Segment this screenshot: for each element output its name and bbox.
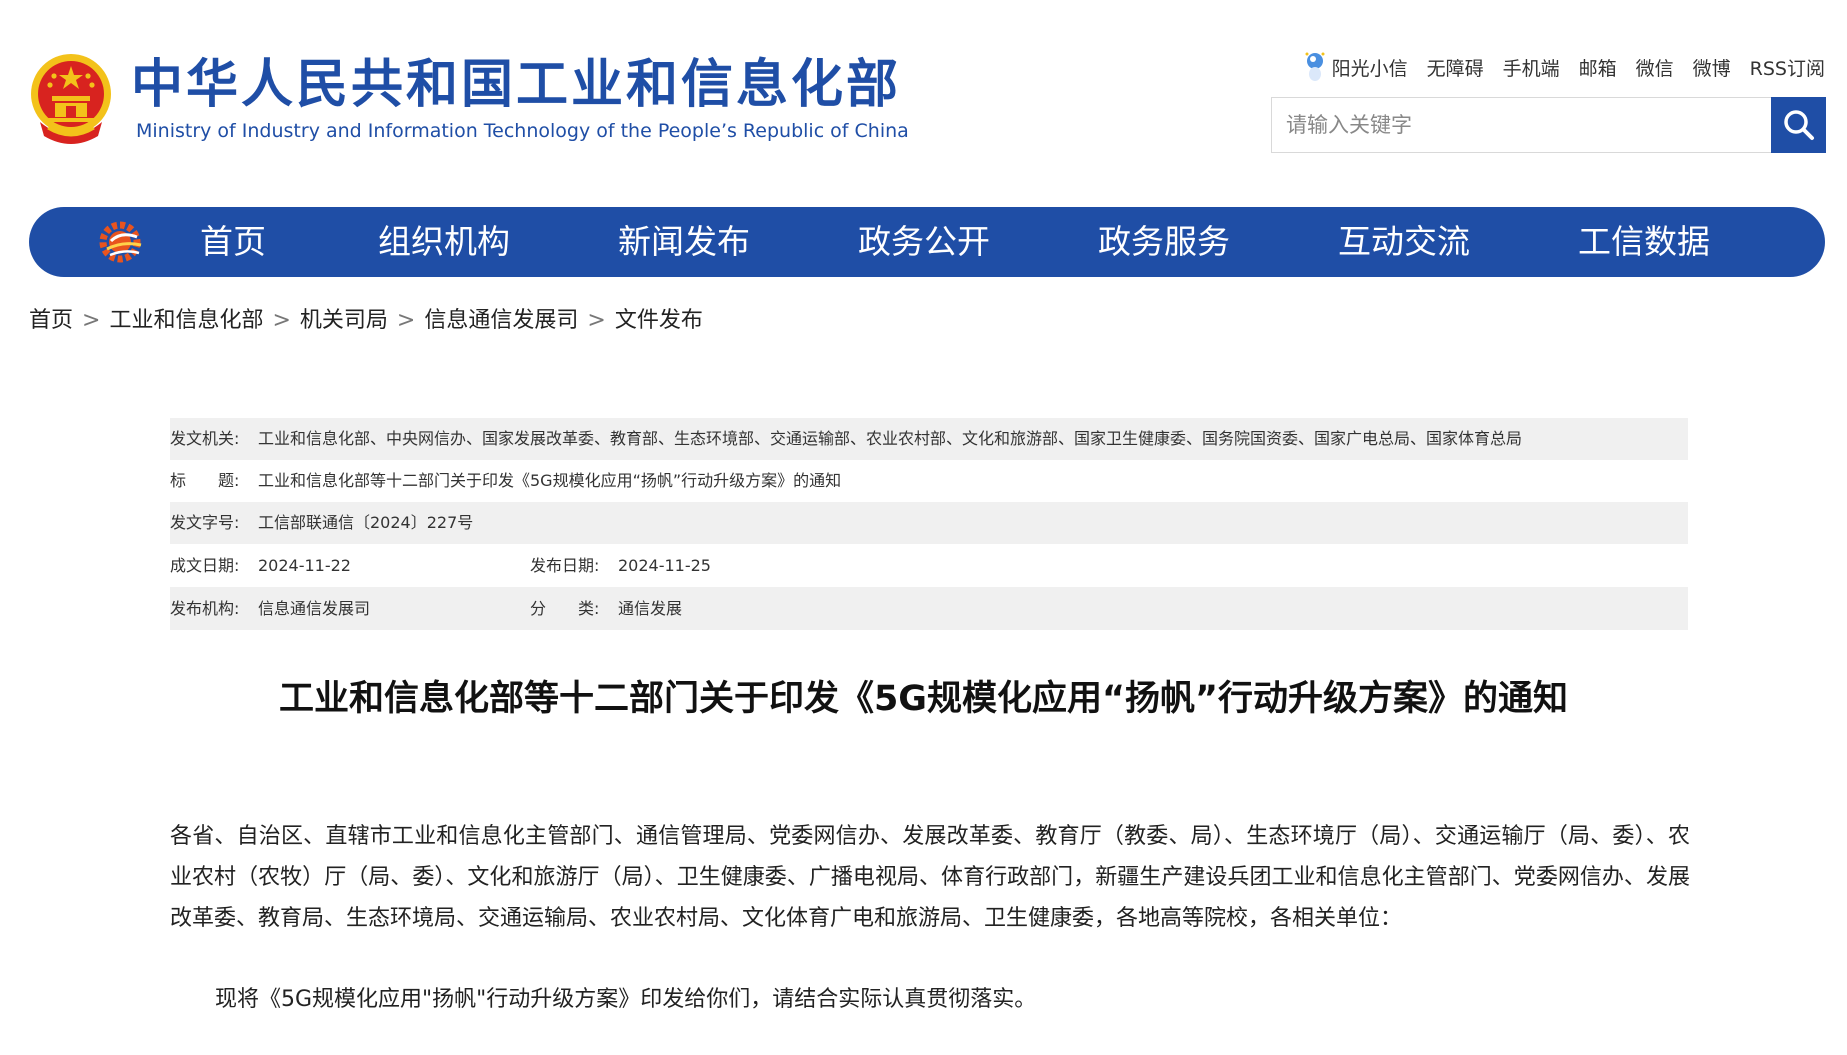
link-sunshine[interactable]: 阳光小信 xyxy=(1332,54,1408,81)
main-nav: 首页 组织机构 新闻发布 政务公开 政务服务 互动交流 工信数据 xyxy=(29,207,1825,277)
breadcrumb-ict-dept[interactable]: 信息通信发展司 xyxy=(424,308,578,333)
meta-org-label: 发布机构: xyxy=(170,599,240,618)
meta-issuer-label: 发文机关: xyxy=(170,429,240,448)
site-header: 中华人民共和国工业和信息化部 Ministry of Industry and … xyxy=(0,0,1847,170)
meta-created-value: 2024-11-22 xyxy=(258,556,351,575)
meta-row-doc-no: 发文字号: 工信部联通信〔2024〕227号 xyxy=(170,502,1688,544)
meta-category-value: 通信发展 xyxy=(618,599,683,618)
breadcrumb-separator: > xyxy=(272,308,291,333)
meta-category-label: 分 类: xyxy=(530,599,600,618)
article-paragraph-body: 现将《5G规模化应用"扬帆"行动升级方案》印发给你们，请结合实际认真贯彻落实。 xyxy=(215,987,1037,1012)
meta-doc-no-value: 工信部联通信〔2024〕227号 xyxy=(258,513,474,532)
meta-doc-no-label: 发文字号: xyxy=(170,513,240,532)
meta-row-dates: 成文日期: 2024-11-22 发布日期: 2024-11-25 xyxy=(170,544,1688,587)
meta-org-value: 信息通信发展司 xyxy=(258,599,371,618)
national-emblem-icon[interactable] xyxy=(28,52,114,148)
nav-item-home[interactable]: 首页 xyxy=(200,207,266,277)
top-links: 阳光小信 无障碍 手机端 邮箱 微信 微博 RSS订阅 xyxy=(1304,50,1825,84)
breadcrumb-home[interactable]: 首页 xyxy=(29,308,73,333)
meta-published-value: 2024-11-25 xyxy=(618,556,711,575)
search-button[interactable] xyxy=(1771,97,1826,153)
meta-created-label: 成文日期: xyxy=(170,556,240,575)
meta-title-label: 标 题: xyxy=(170,471,240,490)
article-paragraph-recipients: 各省、自治区、直辖市工业和信息化主管部门、通信管理局、党委网信办、发展改革委、教… xyxy=(170,824,1690,931)
site-title-en[interactable]: Ministry of Industry and Information Tec… xyxy=(136,119,909,143)
nav-item-interaction[interactable]: 互动交流 xyxy=(1338,207,1470,277)
breadcrumb-departments[interactable]: 机关司局 xyxy=(300,308,388,333)
link-weibo[interactable]: 微博 xyxy=(1693,54,1731,81)
meta-issuer-value: 工业和信息化部、中央网信办、国家发展改革委、教育部、生态环境部、交通运输部、农业… xyxy=(258,429,1523,448)
link-mobile[interactable]: 手机端 xyxy=(1503,54,1560,81)
gear-logo-icon[interactable] xyxy=(97,219,145,265)
document-meta-table: 发文机关: 工业和信息化部、中央网信办、国家发展改革委、教育部、生态环境部、交通… xyxy=(170,418,1688,630)
link-rss[interactable]: RSS订阅 xyxy=(1750,54,1825,81)
nav-item-data[interactable]: 工信数据 xyxy=(1578,207,1710,277)
meta-title-value: 工业和信息化部等十二部门关于印发《5G规模化应用“扬帆”行动升级方案》的通知 xyxy=(258,471,842,490)
link-accessibility[interactable]: 无障碍 xyxy=(1427,54,1484,81)
link-mailbox[interactable]: 邮箱 xyxy=(1579,54,1617,81)
nav-item-news[interactable]: 新闻发布 xyxy=(618,207,750,277)
meta-row-issuer: 发文机关: 工业和信息化部、中央网信办、国家发展改革委、教育部、生态环境部、交通… xyxy=(170,418,1688,460)
meta-row-title: 标 题: 工业和信息化部等十二部门关于印发《5G规模化应用“扬帆”行动升级方案》… xyxy=(170,460,1688,502)
meta-published-label: 发布日期: xyxy=(530,556,600,575)
breadcrumb-separator: > xyxy=(396,308,416,333)
breadcrumb-miit[interactable]: 工业和信息化部 xyxy=(109,308,263,333)
breadcrumb-separator: > xyxy=(587,308,606,333)
nav-item-gov-services[interactable]: 政务服务 xyxy=(1098,207,1230,277)
breadcrumb-separator: > xyxy=(82,308,101,333)
sunshine-mascot-icon[interactable] xyxy=(1304,50,1326,84)
meta-row-org: 发布机构: 信息通信发展司 分 类: 通信发展 xyxy=(170,587,1688,630)
search-icon xyxy=(1783,110,1814,140)
search-box xyxy=(1271,97,1826,153)
site-title-cn[interactable]: 中华人民共和国工业和信息化部 xyxy=(131,55,901,115)
search-input[interactable] xyxy=(1272,98,1770,152)
nav-item-gov-affairs[interactable]: 政务公开 xyxy=(858,207,990,277)
article-title: 工业和信息化部等十二部门关于印发《5G规模化应用“扬帆”行动升级方案》的通知 xyxy=(278,679,1569,719)
link-wechat[interactable]: 微信 xyxy=(1636,54,1674,81)
breadcrumb: 首页 > 工业和信息化部 > 机关司局 > 信息通信发展司 > 文件发布 xyxy=(29,303,703,339)
breadcrumb-documents[interactable]: 文件发布 xyxy=(615,308,703,333)
nav-item-organization[interactable]: 组织机构 xyxy=(378,207,510,277)
